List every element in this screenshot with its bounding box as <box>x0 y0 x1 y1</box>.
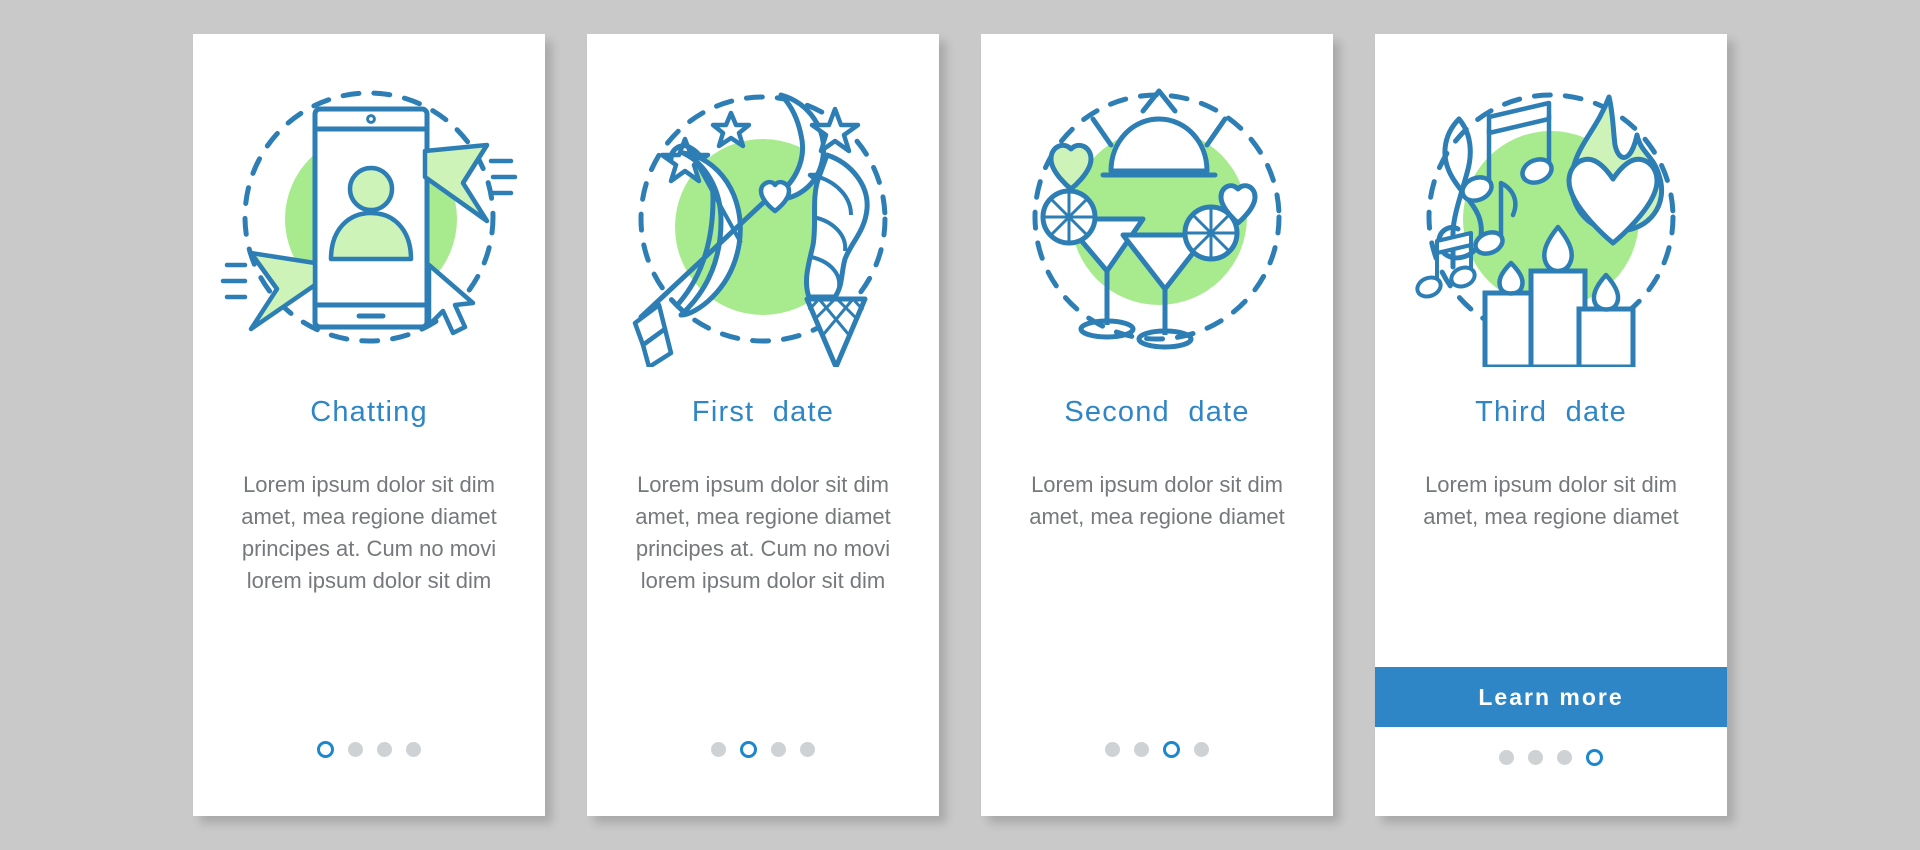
pagination-dot-2[interactable] <box>1134 742 1149 757</box>
onboarding-screens-container: Chatting Lorem ipsum dolor sit dim amet,… <box>0 0 1920 850</box>
onboarding-card-chatting[interactable]: Chatting Lorem ipsum dolor sit dim amet,… <box>193 34 545 816</box>
pagination-dots[interactable] <box>1105 741 1209 758</box>
pagination-dot-1[interactable] <box>711 742 726 757</box>
onboarding-card-third-date[interactable]: Third date Lorem ipsum dolor sit dim ame… <box>1375 34 1727 816</box>
candles-music-heart-icon <box>1415 92 1676 367</box>
moon-stars-bow-icecream-icon <box>632 92 888 367</box>
card-title: Third date <box>1475 396 1627 428</box>
card-title: First date <box>691 396 835 428</box>
pagination-dot-4[interactable] <box>800 742 815 757</box>
pagination-dot-1[interactable] <box>1499 750 1514 765</box>
illustration-chatting <box>193 52 545 382</box>
pagination-dot-4[interactable] <box>406 742 421 757</box>
card-body-text: Lorem ipsum dolor sit dim amet, mea regi… <box>1029 472 1285 530</box>
pagination-dot-4[interactable] <box>1194 742 1209 757</box>
pagination-dots[interactable] <box>1499 749 1603 766</box>
pagination-dot-1[interactable] <box>317 741 334 758</box>
card-title: Second date <box>1064 396 1250 428</box>
card-body-text: Lorem ipsum dolor sit dim amet, mea regi… <box>1423 472 1679 530</box>
learn-more-button[interactable]: Learn more <box>1375 667 1727 727</box>
card-title: Chatting <box>310 396 428 428</box>
card-body-text: Lorem ipsum dolor sit dim amet, mea regi… <box>635 472 891 594</box>
illustration-second-date <box>981 52 1333 382</box>
onboarding-card-second-date[interactable]: Second date Lorem ipsum dolor sit dim am… <box>981 34 1333 816</box>
pagination-dots[interactable] <box>711 741 815 758</box>
pagination-dot-4[interactable] <box>1586 749 1603 766</box>
pagination-dot-2[interactable] <box>1528 750 1543 765</box>
pagination-dot-3[interactable] <box>771 742 786 757</box>
pagination-dot-2[interactable] <box>348 742 363 757</box>
pagination-dot-2[interactable] <box>740 741 757 758</box>
pagination-dot-3[interactable] <box>1163 741 1180 758</box>
pagination-dot-3[interactable] <box>1557 750 1572 765</box>
pagination-dots[interactable] <box>317 741 421 758</box>
illustration-third-date <box>1375 52 1727 382</box>
pagination-dot-1[interactable] <box>1105 742 1120 757</box>
illustration-first-date <box>587 52 939 382</box>
pagination-dot-3[interactable] <box>377 742 392 757</box>
onboarding-card-first-date[interactable]: First date Lorem ipsum dolor sit dim ame… <box>587 34 939 816</box>
tablet-cursors-icon <box>220 90 518 344</box>
cocktails-hearts-icon <box>1032 88 1282 350</box>
card-body-text: Lorem ipsum dolor sit dim amet, mea regi… <box>241 472 497 594</box>
